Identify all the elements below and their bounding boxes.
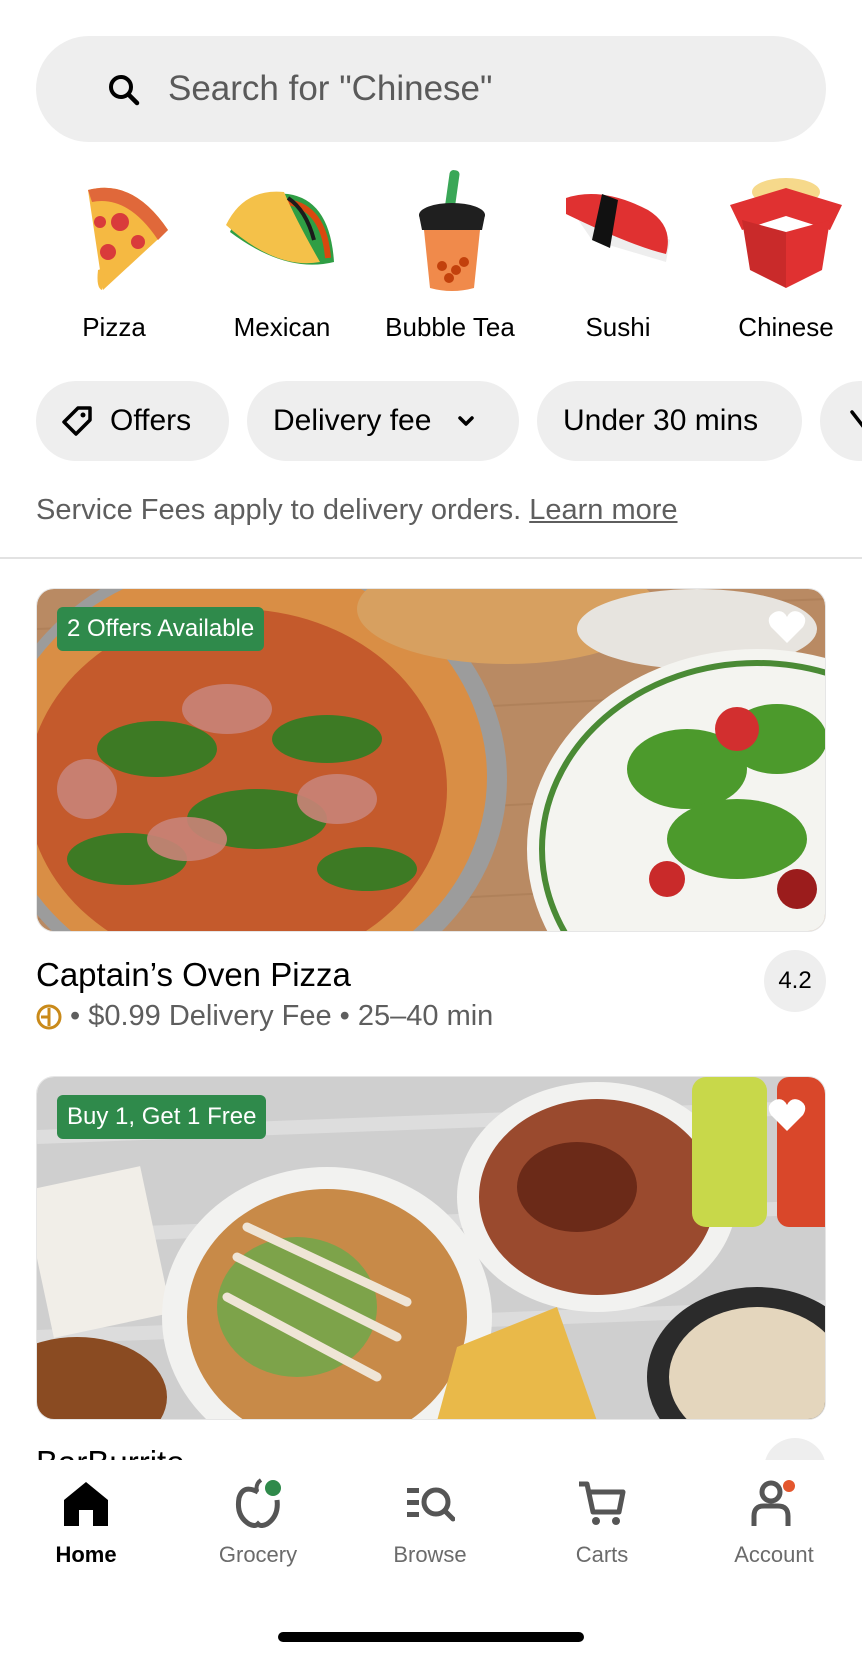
home-icon <box>64 1482 108 1526</box>
category-chinese[interactable]: Chinese <box>702 165 862 350</box>
home-indicator <box>278 1632 584 1642</box>
notice-text: Service Fees apply to delivery orders. <box>36 494 522 526</box>
takeout-box-icon <box>730 178 842 288</box>
service-fee-notice: Service Fees apply to delivery orders. L… <box>36 494 678 527</box>
category-label: Mexican <box>233 312 331 342</box>
category-sushi[interactable]: Sushi <box>534 165 702 350</box>
offer-badge: Buy 1, Get 1 Free <box>57 1095 267 1139</box>
nav-browse[interactable]: Browse <box>344 1460 516 1580</box>
category-row: Pizza Mexican Bubble Tea Sushi Chinese <box>0 165 862 350</box>
store-image[interactable]: 2 Offers Available <box>36 588 826 932</box>
category-label: Bubble Tea <box>385 312 515 342</box>
filter-chips: Offers Delivery fee Under 30 mins <box>0 381 862 461</box>
nav-carts[interactable]: Carts <box>516 1460 688 1580</box>
category-mexican[interactable]: Mexican <box>198 165 366 350</box>
delivery-fee-chip[interactable]: Delivery fee <box>247 381 519 461</box>
category-label: Chinese <box>738 312 834 342</box>
apple-icon <box>236 1478 281 1528</box>
offers-chip[interactable]: Offers <box>36 381 229 461</box>
learn-more-link[interactable]: Learn more <box>529 494 677 526</box>
nav-label: Carts <box>575 1542 629 1567</box>
bottom-nav: Home Grocery Browse Carts Account <box>0 1460 862 1660</box>
rating-badge: 4.2 <box>764 950 826 1012</box>
under-30-chip[interactable]: Under 30 mins <box>537 381 802 461</box>
taco-icon <box>226 191 334 265</box>
offer-badge: 2 Offers Available <box>57 607 265 651</box>
nav-label: Home <box>55 1542 117 1567</box>
nav-label: Grocery <box>218 1542 298 1567</box>
more-filter-chip[interactable] <box>820 381 862 461</box>
chevron-down-icon <box>458 416 475 426</box>
category-pizza[interactable]: Pizza <box>30 165 198 350</box>
filter-icon <box>850 410 862 428</box>
bubble-tea-icon <box>419 170 485 291</box>
offers-label: Offers <box>110 404 192 437</box>
heart-icon[interactable] <box>767 609 807 645</box>
category-bubble-tea[interactable]: Bubble Tea <box>366 165 534 350</box>
account-icon <box>751 1480 795 1526</box>
heart-icon[interactable] <box>767 1097 807 1133</box>
category-label: Pizza <box>82 312 146 342</box>
divider <box>0 557 862 559</box>
nav-label: Account <box>734 1542 814 1567</box>
cart-icon <box>579 1481 626 1525</box>
sushi-icon <box>566 194 670 262</box>
uber-one-icon <box>36 1004 62 1029</box>
store-meta-text: • $0.99 Delivery Fee • 25–40 min <box>70 1000 494 1032</box>
search-icon <box>109 75 140 106</box>
nav-home[interactable]: Home <box>0 1460 172 1580</box>
delivery-fee-label: Delivery fee <box>273 404 432 437</box>
store-name[interactable]: Captain’s Oven Pizza <box>36 956 351 994</box>
browse-icon <box>407 1487 455 1522</box>
tag-icon <box>62 406 92 436</box>
nav-grocery[interactable]: Grocery <box>172 1460 344 1580</box>
store-image[interactable]: Buy 1, Get 1 Free <box>36 1076 826 1420</box>
nav-label: Browse <box>393 1542 467 1567</box>
pizza-icon <box>88 187 168 290</box>
under-30-label: Under 30 mins <box>563 404 759 437</box>
nav-account[interactable]: Account <box>688 1460 860 1580</box>
category-label: Sushi <box>585 312 651 342</box>
search-bar[interactable] <box>36 36 826 142</box>
search-input[interactable] <box>168 64 788 114</box>
store-meta: • $0.99 Delivery Fee • 25–40 min <box>36 1000 493 1033</box>
